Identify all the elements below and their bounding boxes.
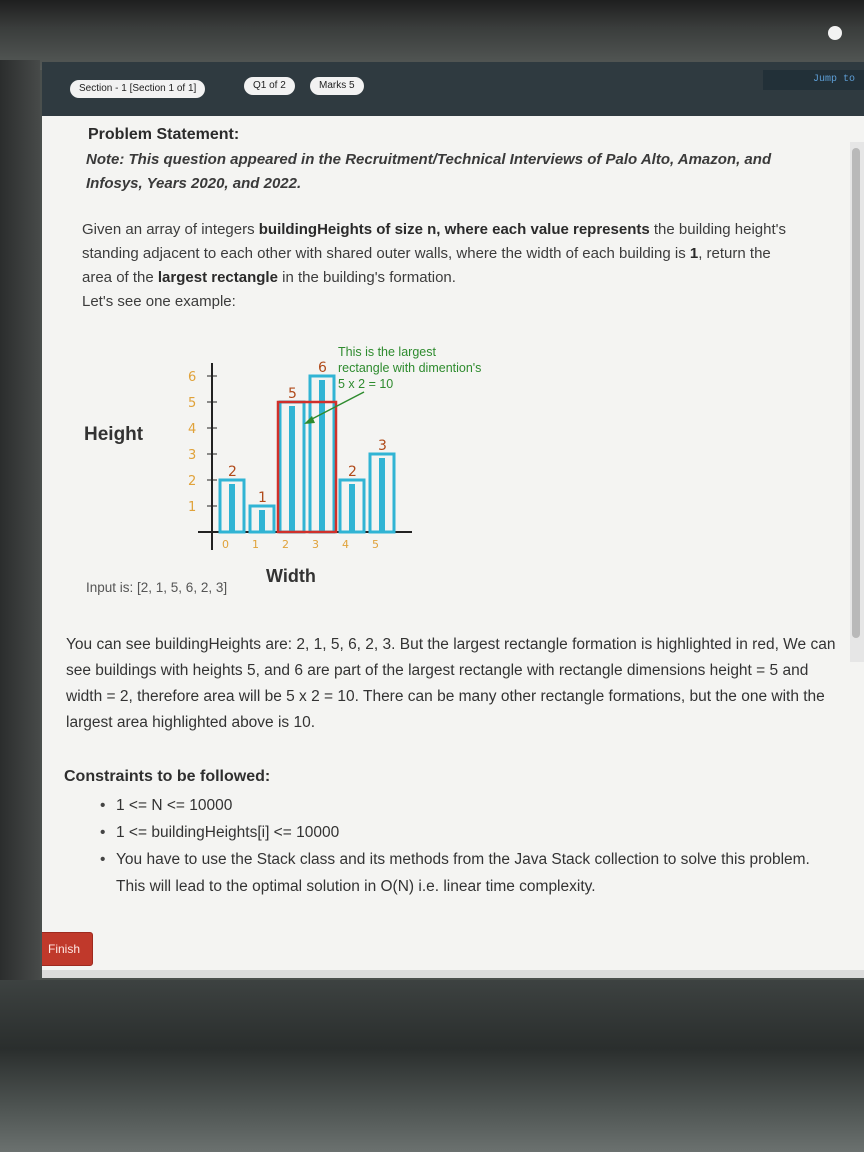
bar-inner-fill — [289, 406, 295, 532]
x-tick-label: 1 — [252, 538, 259, 551]
description-text: in the building's formation. — [277, 269, 456, 286]
footer-bar — [42, 970, 864, 978]
bar-value-label: 3 — [378, 438, 387, 454]
jump-to-button[interactable]: Jump to — [763, 70, 864, 90]
monitor-bezel-left — [0, 60, 40, 1020]
bar-inner-fill — [259, 510, 265, 532]
y-tick-label: 4 — [188, 422, 196, 437]
bar-value-label: 6 — [318, 360, 327, 376]
x-tick-label: 5 — [372, 538, 379, 551]
annotation-line-2: rectangle with dimention's — [338, 361, 481, 375]
bar-value-label: 2 — [228, 464, 237, 480]
description-bold-text: 1 — [689, 245, 699, 262]
constraints-title: Constraints to be followed: — [64, 768, 271, 785]
y-tick-label: 2 — [188, 474, 196, 489]
marks-badge: Marks 5 — [310, 77, 364, 95]
assessment-screen: Section - 1 [Section 1 of 1] Q1 of 2 Mar… — [42, 62, 864, 978]
x-tick-label: 2 — [282, 538, 289, 551]
y-tick-label: 6 — [188, 370, 196, 385]
x-axis-label: Width — [266, 566, 316, 586]
bar-value-label: 1 — [258, 490, 267, 506]
y-axis-label: Height — [84, 424, 144, 445]
example-explanation: You can see buildingHeights are: 2, 1, 5… — [66, 636, 836, 731]
description-bold-text: largest rectangle — [157, 269, 278, 286]
description-bold-text: buildingHeights of size n, where each va… — [258, 221, 650, 238]
question-counter-badge: Q1 of 2 — [244, 77, 295, 95]
problem-note: Note: This question appeared in the Recr… — [86, 151, 772, 192]
constraints-list: 1 <= N <= 10000 1 <= buildingHeights[i] … — [100, 792, 840, 900]
constraint-item: You have to use the Stack class and its … — [100, 846, 840, 900]
input-caption: Input is: [2, 1, 5, 6, 2, 3] — [86, 580, 227, 595]
monitor-bezel-bottom — [0, 980, 864, 1152]
description-text: Given an array of integers — [82, 221, 259, 238]
bar-value-label: 5 — [288, 386, 297, 402]
problem-statement-title: Problem Statement: — [88, 126, 240, 143]
bar-inner-fill — [379, 458, 385, 532]
x-tick-label: 4 — [342, 538, 349, 551]
y-tick-label: 3 — [188, 448, 196, 463]
example-intro: Let's see one example: — [82, 293, 236, 310]
annotation-line-1: This is the largest — [338, 345, 436, 359]
section-badge: Section - 1 [Section 1 of 1] — [70, 80, 206, 98]
bar-inner-fill — [229, 484, 235, 532]
webcam-dot — [828, 26, 842, 40]
annotation-line-3: 5 x 2 = 10 — [338, 377, 393, 391]
assessment-header: Section - 1 [Section 1 of 1] Q1 of 2 Mar… — [42, 62, 864, 116]
problem-description: Given an array of integers buildingHeigh… — [82, 218, 802, 314]
constraint-item: 1 <= buildingHeights[i] <= 10000 — [100, 819, 840, 846]
x-tick-label: 3 — [312, 538, 319, 551]
constraint-item: 1 <= N <= 10000 — [100, 792, 840, 819]
x-tick-label: 0 — [222, 538, 229, 551]
finish-button[interactable]: Finish — [42, 932, 94, 966]
example-bar-diagram: Height Width 1 2 3 4 5 6 2 0 1 1 5 2 6 3 2 4 3 5 This is … — [84, 345, 481, 595]
monitor-bezel-top — [0, 0, 864, 70]
bar-inner-fill — [349, 484, 355, 532]
bar-value-label: 2 — [348, 464, 357, 480]
scrollbar-thumb[interactable] — [852, 148, 860, 638]
y-tick-label: 1 — [188, 500, 196, 515]
y-tick-label: 5 — [188, 396, 196, 411]
